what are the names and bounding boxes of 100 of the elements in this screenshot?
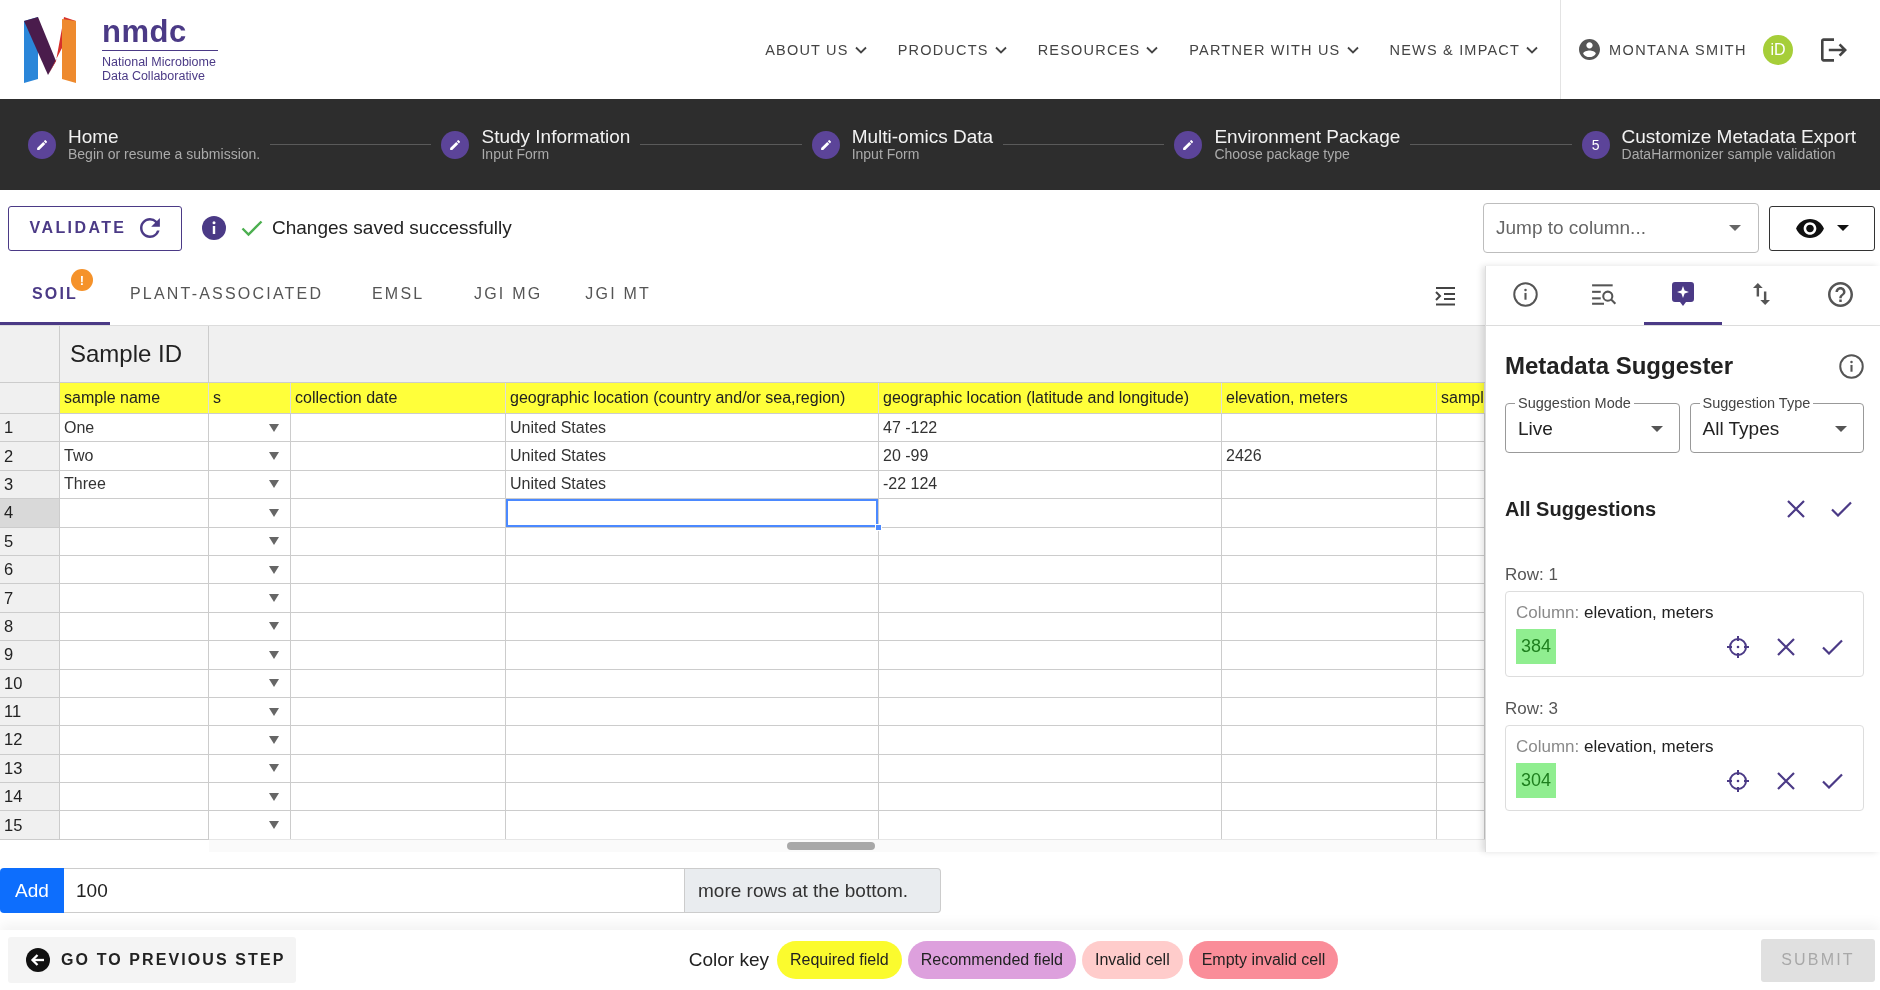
corner-cell[interactable] xyxy=(0,383,60,413)
column-header[interactable]: s xyxy=(209,383,291,413)
dropdown-arrow-icon[interactable] xyxy=(269,452,279,461)
row-number[interactable]: 6 xyxy=(0,555,60,585)
color-key-tag: Recommended field xyxy=(907,941,1076,979)
dropdown-arrow-icon[interactable] xyxy=(269,594,279,603)
dropdown-arrow-icon[interactable] xyxy=(269,537,279,546)
column-header[interactable]: sample name xyxy=(60,383,209,413)
column-name: elevation, meters xyxy=(1584,603,1714,622)
check-icon[interactable] xyxy=(1831,501,1852,517)
row-number[interactable]: 12 xyxy=(0,726,60,755)
suggestion-mode-select[interactable]: Suggestion Mode Live xyxy=(1505,395,1680,453)
check-icon[interactable] xyxy=(1822,638,1843,655)
tab[interactable]: JGI MT xyxy=(563,266,674,325)
pencil-icon[interactable] xyxy=(441,130,470,159)
crosshair-icon[interactable] xyxy=(1726,768,1750,793)
dropdown-arrow-icon[interactable] xyxy=(269,821,279,830)
row-number[interactable]: 9 xyxy=(0,641,60,670)
nav-menu-button[interactable]: PRODUCTS xyxy=(897,41,1007,58)
close-icon[interactable] xyxy=(1787,500,1805,518)
column-header[interactable]: collection date xyxy=(291,383,506,413)
dropdown-arrow-icon[interactable] xyxy=(269,508,279,517)
fill-handle[interactable] xyxy=(875,523,882,531)
visibility-button[interactable] xyxy=(1769,205,1875,251)
row-number[interactable]: 13 xyxy=(0,754,60,784)
scrollbar-thumb[interactable] xyxy=(787,842,875,850)
dropdown-arrow-icon[interactable] xyxy=(269,480,279,489)
nav-menu-button[interactable]: RESOURCES xyxy=(1037,41,1159,58)
row-number[interactable]: 7 xyxy=(0,584,60,613)
dropdown-arrow-icon[interactable] xyxy=(269,764,279,773)
nav-menu-button[interactable]: ABOUT US xyxy=(765,41,867,58)
jump-to-column-field[interactable]: Jump to column... xyxy=(1483,203,1759,253)
dropdown-arrow-icon[interactable] xyxy=(269,792,279,801)
info-icon[interactable] xyxy=(1839,353,1864,379)
row-number[interactable]: 8 xyxy=(0,612,60,642)
crosshair-icon[interactable] xyxy=(1726,634,1750,659)
user-name[interactable]: MONTANA SMITH xyxy=(1609,41,1747,58)
logout-icon[interactable] xyxy=(1821,37,1847,62)
row-number[interactable]: 3 xyxy=(0,470,60,500)
table-cell: Three xyxy=(60,470,209,500)
info-icon[interactable] xyxy=(202,216,226,240)
pencil-icon[interactable] xyxy=(1174,130,1203,159)
section-title: All Suggestions xyxy=(1505,497,1657,521)
dropdown-arrow-icon[interactable] xyxy=(269,423,279,432)
tab[interactable]: EMSL xyxy=(343,266,454,325)
add-rows-button[interactable]: Add xyxy=(0,868,64,913)
row-number[interactable]: 10 xyxy=(0,669,60,698)
row-label: Row: 3 xyxy=(1505,698,1559,720)
step-number[interactable]: 5 xyxy=(1581,130,1610,159)
step-title[interactable]: Home xyxy=(68,127,261,147)
suggested-value: 384 xyxy=(1516,629,1557,664)
step-title[interactable]: Multi-omics Data xyxy=(851,127,994,147)
validate-button[interactable]: VALIDATE xyxy=(8,205,182,251)
chevron-down-icon xyxy=(1146,45,1159,54)
close-icon[interactable] xyxy=(1777,637,1795,656)
row-number[interactable]: 15 xyxy=(0,811,60,840)
caret-down-icon xyxy=(1836,225,1849,231)
step-title[interactable]: Customize Metadata Export xyxy=(1621,127,1856,147)
dropdown-arrow-icon[interactable] xyxy=(269,679,279,688)
suggestion-type-select[interactable]: Suggestion Type All Types xyxy=(1689,395,1864,453)
row-number[interactable]: 4 xyxy=(0,499,60,528)
brand-tagline: National Microbiome xyxy=(102,54,217,69)
step-title[interactable]: Study Information xyxy=(481,127,631,147)
dropdown-arrow-icon[interactable] xyxy=(269,565,279,574)
table-cell: United States xyxy=(506,414,879,443)
pencil-icon[interactable] xyxy=(28,130,56,159)
pencil-icon[interactable] xyxy=(811,130,840,159)
column-header[interactable]: geographic location (latitude and longitude) xyxy=(879,383,1222,413)
dropdown-arrow-icon[interactable] xyxy=(269,650,279,659)
row-number[interactable]: 5 xyxy=(0,527,60,556)
row-number[interactable]: 14 xyxy=(0,783,60,812)
row-count-input[interactable]: 100 xyxy=(64,868,685,913)
tab[interactable]: PLANT-ASSOCIATED xyxy=(110,266,344,325)
tab[interactable]: JGI MG xyxy=(453,266,564,325)
column-header[interactable]: geographic location (country and/or sea,region) xyxy=(506,383,879,413)
step-title[interactable]: Environment Package xyxy=(1214,127,1401,147)
table-cell: 47 -122 xyxy=(879,414,1222,443)
step-subtitle: Input Form xyxy=(851,147,921,162)
dropdown-arrow-icon[interactable] xyxy=(269,707,279,716)
column-header[interactable]: sampl xyxy=(1437,383,1485,413)
color-key-tag: Empty invalid cell xyxy=(1188,941,1339,979)
brand-name[interactable]: nmdc xyxy=(102,16,218,47)
nav-menu-button[interactable]: PARTNER WITH US xyxy=(1189,41,1359,58)
nav-menu-button[interactable]: NEWS & IMPACT xyxy=(1389,41,1539,58)
logo-icon[interactable] xyxy=(22,16,78,83)
row-number[interactable]: 2 xyxy=(0,442,60,471)
check-icon[interactable] xyxy=(1822,772,1843,789)
sparkle-icon xyxy=(1672,282,1694,306)
dropdown-arrow-icon[interactable] xyxy=(269,622,279,631)
dropdown-arrow-icon[interactable] xyxy=(269,736,279,744)
previous-step-button[interactable]: GO TO PREVIOUS STEP xyxy=(8,937,296,983)
column-label: Column: xyxy=(1516,603,1580,622)
info-icon xyxy=(1512,281,1538,307)
row-number[interactable]: 1 xyxy=(0,414,60,443)
save-status: Changes saved successfully xyxy=(272,217,512,239)
column-header[interactable]: elevation, meters xyxy=(1222,383,1437,413)
sort-icon xyxy=(1753,283,1771,305)
close-icon[interactable] xyxy=(1777,771,1795,790)
help-icon xyxy=(1828,281,1854,307)
row-number[interactable]: 11 xyxy=(0,697,60,727)
